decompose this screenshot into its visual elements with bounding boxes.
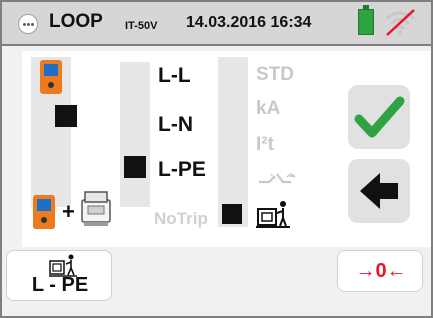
wireless-disabled-icon [385,9,415,36]
date-time: 14.03.2016 16:34 [186,14,312,31]
checkmark-icon [354,96,405,138]
rcd-trip-icon[interactable] [257,168,299,190]
mode-selector-column[interactable] [218,57,248,227]
notrip-option[interactable]: NoTrip [154,209,208,229]
instrument-icon[interactable] [33,195,55,229]
back-arrow-icon [360,173,398,209]
mode-selector-marker[interactable] [222,204,242,224]
plus-icon: + [62,199,75,224]
mode-option-ka[interactable]: kA [256,98,280,120]
zero-calibration-button[interactable]: →0← [337,250,423,292]
confirm-button[interactable] [348,85,410,149]
mode-option-std[interactable]: STD [256,64,294,86]
zero-calibration-label: →0← [355,260,407,282]
mode-option-i2t[interactable]: I²t [256,134,274,156]
menu-dots-icon[interactable] [18,14,38,34]
instrument-icon[interactable] [40,60,62,94]
function-title: LOOP [49,11,103,32]
instrument-selector-marker[interactable] [55,105,77,127]
back-button[interactable] [348,159,410,223]
type-option-l-l[interactable]: L-L [158,64,191,88]
header-bar: LOOP IT-50V 14.03.2016 16:34 [2,2,431,46]
type-selector-marker[interactable] [124,156,146,178]
type-option-l-pe[interactable]: L-PE [158,158,206,182]
type-selector-column[interactable] [120,62,150,207]
lpe-mode-button[interactable]: L - PE [6,250,112,301]
battery-full-icon [358,5,374,35]
type-option-l-n[interactable]: L-N [158,113,193,137]
adapter-case-icon[interactable] [80,188,112,228]
lpe-label: L - PE [31,274,89,296]
earth-person-icon[interactable] [256,199,290,229]
function-subtitle: IT-50V [125,20,158,32]
